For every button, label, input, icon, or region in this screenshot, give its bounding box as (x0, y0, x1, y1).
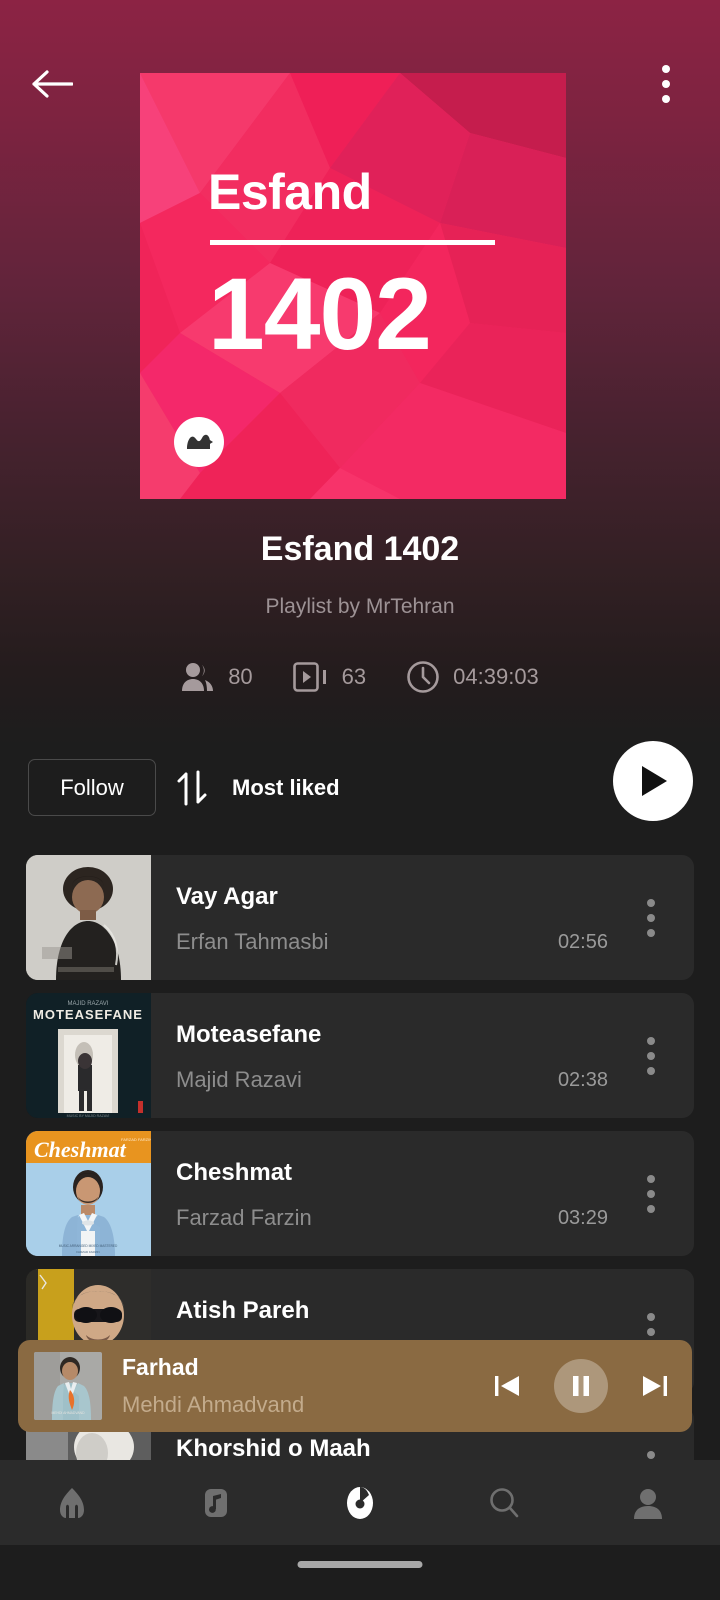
skip-next-icon (643, 1376, 667, 1396)
search-icon (490, 1487, 519, 1517)
follow-button[interactable]: Follow (28, 759, 156, 816)
mini-player[interactable]: MEHDI AHMADVAND Farhad Mehdi Ahmadvand (18, 1340, 692, 1432)
svg-text:FARZAD FARZIN: FARZAD FARZIN (121, 1137, 151, 1142)
stat-tracks-value: 63 (341, 664, 367, 689)
track-title: Moteasefane (176, 1021, 322, 1048)
more-vertical-icon (647, 1451, 655, 1459)
tracks-icon (292, 662, 326, 692)
track-duration: 02:56 (557, 931, 608, 953)
track-menu-button[interactable] (634, 895, 668, 941)
stat-tracks: 63 (292, 661, 367, 693)
arrow-left-icon (32, 70, 73, 98)
stat-followers: 80 (181, 661, 253, 693)
playlist-screen: Esfand 1402 Esfand 1402 Playlist by MrTe… (0, 0, 720, 1600)
cover-title-line2: 1402 (208, 257, 432, 371)
stat-followers-value: 80 (228, 664, 253, 689)
svg-text:MEHDI AHMADVAND: MEHDI AHMADVAND (51, 1411, 85, 1415)
track-artist: Farzad Farzin (176, 1205, 312, 1230)
track-artwork: MAJID RAZAVI MOTEASEFANE MUSIC BY MAJID … (26, 993, 151, 1118)
album-art-cheshmat: Cheshmat FARZAD FARZIN MUSIC ARRANGED MI… (26, 1131, 151, 1256)
svg-text:MUSIC BY MAJID RAZAVI: MUSIC BY MAJID RAZAVI (67, 1114, 110, 1118)
home-icon (60, 1487, 84, 1518)
track-menu-button[interactable] (634, 1033, 668, 1079)
playlist-owner: Playlist by MrTehran (265, 595, 455, 618)
track-row[interactable]: Cheshmat FARZAD FARZIN MUSIC ARRANGED MI… (26, 1131, 694, 1256)
play-all-button[interactable] (613, 741, 693, 821)
overflow-menu-button[interactable] (644, 58, 688, 110)
nav-item-home[interactable] (0, 1460, 144, 1545)
hero-gradient: Esfand 1402 Esfand 1402 Playlist by MrTe… (0, 0, 720, 745)
mini-player-artist: Mehdi Ahmadvand (122, 1392, 305, 1417)
stat-duration-value: 04:39:03 (453, 664, 539, 689)
playlist-cover-art[interactable]: Esfand 1402 (140, 73, 566, 499)
action-bar: Follow Most liked (0, 741, 720, 855)
playlist-stats: 80 63 04:39:03 (0, 660, 720, 694)
nav-item-search[interactable] (432, 1460, 576, 1545)
svg-text:MOTEASEFANE: MOTEASEFANE (33, 1007, 143, 1022)
track-title: Atish Pareh (176, 1297, 310, 1324)
track-artist: Erfan Tahmasbi (176, 929, 329, 954)
track-artwork: Cheshmat FARZAD FARZIN MUSIC ARRANGED MI… (26, 1131, 151, 1256)
album-art-moteasefane: MAJID RAZAVI MOTEASEFANE MUSIC BY MAJID … (26, 993, 151, 1118)
track-row[interactable]: MAJID RAZAVI MOTEASEFANE MUSIC BY MAJID … (26, 993, 694, 1118)
album-art-vay-agar (26, 855, 151, 980)
next-button[interactable] (638, 1369, 672, 1403)
playlist-icon (347, 1486, 373, 1519)
more-vertical-icon (647, 1313, 655, 1321)
previous-button[interactable] (490, 1369, 524, 1403)
track-row[interactable]: Vay Agar Erfan Tahmasbi 02:56 (26, 855, 694, 980)
pause-icon (573, 1376, 589, 1396)
mini-player-controls (490, 1340, 672, 1432)
mrtehran-logo-icon (187, 434, 213, 449)
svg-text:MUSIC ARRANGED MIXED MASTERED: MUSIC ARRANGED MIXED MASTERED (59, 1244, 118, 1248)
skip-previous-icon (495, 1376, 519, 1396)
mini-player-title: Farhad (122, 1354, 199, 1380)
svg-text:Cheshmat: Cheshmat (34, 1137, 127, 1162)
more-vertical-icon (647, 899, 655, 907)
track-artwork (26, 855, 151, 980)
pause-button[interactable] (554, 1359, 608, 1413)
mini-player-artwork: MEHDI AHMADVAND (34, 1352, 102, 1420)
play-icon (642, 766, 667, 796)
track-duration: 03:29 (557, 1207, 608, 1229)
bottom-navigation (0, 1460, 720, 1545)
track-duration: 02:38 (557, 1069, 608, 1091)
nav-item-music[interactable] (144, 1460, 288, 1545)
track-info: Cheshmat Farzad Farzin (176, 1159, 312, 1231)
cover-title-line1: Esfand (208, 164, 372, 220)
more-vertical-icon (662, 65, 670, 73)
track-title: Khorshid o Maah (176, 1435, 371, 1462)
more-vertical-icon (647, 1037, 655, 1045)
sort-label: Most liked (232, 774, 340, 800)
track-info: Moteasefane Majid Razavi (176, 1021, 321, 1093)
sort-control[interactable]: Most liked (176, 759, 340, 816)
track-menu-button[interactable] (634, 1171, 668, 1217)
track-info: Atish Pareh (176, 1297, 309, 1343)
page-title: Esfand 1402 (260, 530, 460, 568)
home-indicator[interactable] (297, 1561, 423, 1568)
people-icon (182, 663, 214, 691)
stat-duration: 04:39:03 (406, 660, 539, 694)
svg-text:FARZAD FARZIN: FARZAD FARZIN (76, 1250, 99, 1254)
sort-arrows-icon (177, 770, 207, 805)
album-art-farhad: MEHDI AHMADVAND (34, 1352, 102, 1420)
profile-icon (634, 1488, 662, 1519)
track-info: Vay Agar Erfan Tahmasbi (176, 883, 328, 955)
cover-divider (210, 240, 495, 245)
system-gesture-area (0, 1545, 720, 1600)
nav-item-profile[interactable] (576, 1460, 720, 1545)
mrtehran-logo-badge (174, 417, 224, 467)
nav-item-playlist[interactable] (288, 1460, 432, 1545)
more-vertical-icon (647, 1175, 655, 1183)
track-artist: Majid Razavi (176, 1067, 302, 1092)
clock-icon (407, 661, 439, 693)
back-button[interactable] (28, 60, 76, 108)
music-icon (205, 1488, 227, 1517)
track-title: Vay Agar (176, 883, 278, 910)
track-title: Cheshmat (176, 1159, 293, 1186)
